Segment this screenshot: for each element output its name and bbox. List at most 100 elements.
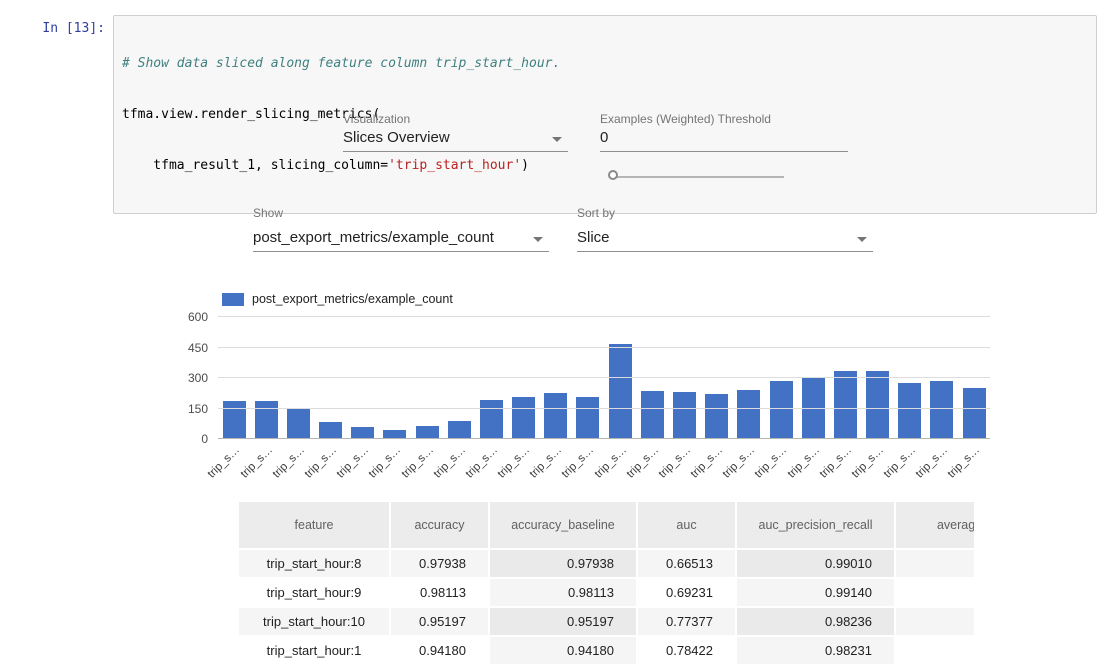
gridline	[218, 377, 990, 378]
y-tick-label: 600	[188, 310, 208, 324]
gridline	[218, 316, 990, 317]
metrics-table-wrapper: featureaccuracyaccuracy_baselineaucauc_p…	[237, 500, 974, 668]
bar[interactable]	[319, 422, 342, 439]
feature-cell: trip_start_hour:8	[239, 550, 389, 577]
bar[interactable]	[673, 392, 696, 439]
bar[interactable]	[705, 394, 728, 439]
bar-slot	[572, 317, 604, 439]
bar[interactable]	[898, 383, 921, 439]
column-header[interactable]: auc	[638, 502, 735, 548]
table-body: trip_start_hour:80.979380.979380.665130.…	[239, 550, 974, 664]
feature-cell: trip_start_hour:9	[239, 579, 389, 606]
threshold-slider[interactable]	[608, 170, 784, 184]
table-row[interactable]: trip_start_hour:80.979380.979380.665130.…	[239, 550, 974, 577]
bar[interactable]	[963, 388, 986, 439]
feature-cell: trip_start_hour:1	[239, 637, 389, 664]
gridline	[218, 408, 990, 409]
column-header[interactable]: accuracy	[391, 502, 488, 548]
bar-slot	[379, 317, 411, 439]
bar-slot	[508, 317, 540, 439]
x-labels-row: trip_s…trip_s…trip_s…trip_s…trip_s…trip_…	[218, 441, 990, 485]
bar[interactable]	[866, 371, 889, 439]
metric-cell: 0.1901	[896, 637, 974, 664]
slider-thumb[interactable]	[608, 170, 618, 180]
bar-slot	[218, 317, 250, 439]
code-line: tfma_result_1, slicing_column='trip_star…	[122, 157, 1088, 174]
x-label-slot: trip_s…	[958, 441, 990, 485]
table-row[interactable]: trip_start_hour:100.951970.951970.773770…	[239, 608, 974, 635]
bar[interactable]	[544, 393, 567, 439]
show-label: Show	[253, 206, 283, 220]
chevron-down-icon	[552, 137, 562, 142]
table-row[interactable]: trip_start_hour:90.981130.981130.692310.…	[239, 579, 974, 606]
chevron-down-icon	[533, 237, 543, 242]
code-comment: # Show data sliced along feature column …	[122, 56, 560, 71]
column-header[interactable]: auc_precision_recall	[737, 502, 894, 548]
bar[interactable]	[737, 390, 760, 439]
table-row[interactable]: trip_start_hour:10.941800.941800.784220.…	[239, 637, 974, 664]
metric-cell: 0.69231	[638, 579, 735, 606]
metric-cell: 0.98231	[737, 637, 894, 664]
bar-slot	[540, 317, 572, 439]
table-header-row: featureaccuracyaccuracy_baselineaucauc_p…	[239, 502, 974, 548]
bar-slot	[411, 317, 443, 439]
show-dropdown[interactable]: post_export_metrics/example_count	[253, 227, 549, 252]
metric-cell: 0.97938	[391, 550, 488, 577]
bar[interactable]	[287, 409, 310, 440]
bar[interactable]	[512, 397, 535, 439]
metric-cell: 0.94180	[391, 637, 488, 664]
cell-prompt: In [13]:	[0, 21, 105, 36]
x-tick-label: trip_s…	[206, 444, 243, 481]
y-axis: 0150300450600	[148, 317, 208, 439]
bar-slot	[282, 317, 314, 439]
metric-cell: 0.78422	[638, 637, 735, 664]
slider-track[interactable]	[617, 176, 784, 178]
metric-cell: 0.95197	[490, 608, 636, 635]
bar-slot	[636, 317, 668, 439]
bar-slot	[701, 317, 733, 439]
metric-cell: 0.98113	[490, 579, 636, 606]
bar-slot	[733, 317, 765, 439]
bar-slot	[668, 317, 700, 439]
metric-cell: 0.99140	[737, 579, 894, 606]
bar[interactable]	[480, 400, 503, 439]
bar-slot	[347, 317, 379, 439]
bar-slot	[604, 317, 636, 439]
bar[interactable]	[641, 391, 664, 439]
sort-by-dropdown[interactable]: Slice	[577, 227, 873, 252]
bar[interactable]	[448, 421, 471, 439]
metric-cell: 0.66513	[638, 550, 735, 577]
legend-label: post_export_metrics/example_count	[252, 292, 453, 306]
bar-slot	[315, 317, 347, 439]
metrics-table: featureaccuracyaccuracy_baselineaucauc_p…	[237, 500, 974, 666]
sort-by-value: Slice	[577, 227, 873, 252]
column-header[interactable]: accuracy_baseline	[490, 502, 636, 548]
sort-by-label: Sort by	[577, 206, 615, 220]
bar[interactable]	[930, 381, 953, 439]
column-header[interactable]: average_los	[896, 502, 974, 548]
column-header[interactable]: feature	[239, 502, 389, 548]
chart-legend: post_export_metrics/example_count	[222, 292, 453, 306]
visualization-value: Slices Overview	[343, 127, 568, 152]
bar[interactable]	[802, 378, 825, 439]
threshold-label: Examples (Weighted) Threshold	[600, 112, 771, 126]
bar-slot	[765, 317, 797, 439]
metric-cell: 0.98236	[737, 608, 894, 635]
gridline	[218, 438, 990, 439]
visualization-dropdown[interactable]: Slices Overview	[343, 127, 568, 152]
bar-slot	[829, 317, 861, 439]
y-tick-label: 300	[188, 371, 208, 385]
chevron-down-icon	[857, 237, 867, 242]
bar[interactable]	[834, 371, 857, 439]
plot-area	[218, 317, 990, 439]
bar[interactable]	[609, 344, 632, 439]
threshold-input[interactable]: 0	[600, 127, 848, 152]
show-value: post_export_metrics/example_count	[253, 227, 549, 252]
y-tick-label: 150	[188, 402, 208, 416]
code-text: tfma.view.render_slicing_metrics(	[122, 107, 380, 122]
bar[interactable]	[576, 397, 599, 439]
code-line: # Show data sliced along feature column …	[122, 55, 1088, 72]
metric-cell: 0.1111	[896, 550, 974, 577]
bar[interactable]	[770, 381, 793, 439]
visualization-label: Visualization	[343, 112, 410, 126]
